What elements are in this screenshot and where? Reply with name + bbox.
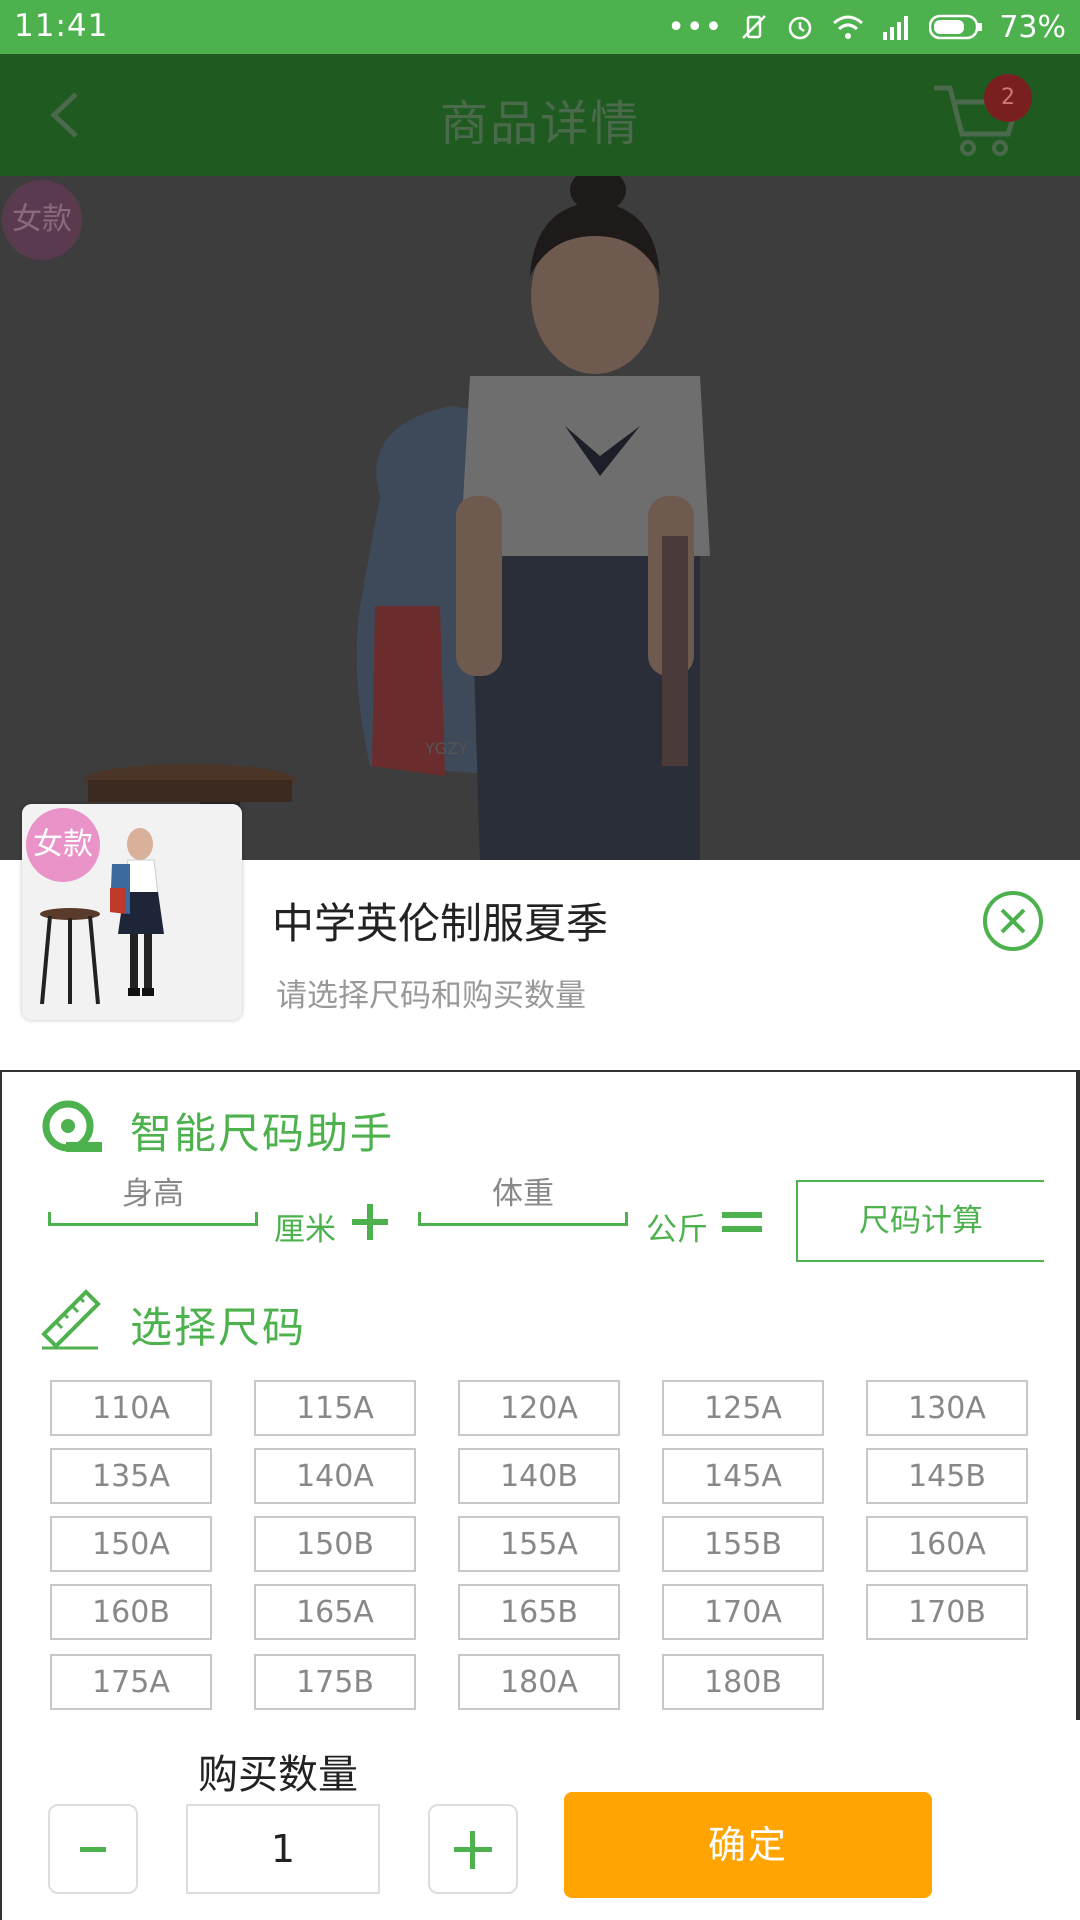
size-option[interactable]: 130A [866,1380,1028,1436]
equals-sign-icon [722,1212,762,1232]
more-dots-icon: ••• [667,9,724,45]
size-option[interactable]: 145A [662,1448,824,1504]
size-option[interactable]: 175B [254,1654,416,1710]
vibrate-off-icon [742,15,767,39]
size-option[interactable]: 150B [254,1516,416,1572]
size-option[interactable]: 135A [50,1448,212,1504]
svg-text:YGZY: YGZY [424,739,468,758]
size-option[interactable]: 180A [458,1654,620,1710]
hero-tag-badge: 女款 [2,180,82,260]
size-option[interactable]: 160A [866,1516,1028,1572]
size-option[interactable]: 150A [50,1516,212,1572]
product-name: 中学英伦制服夏季 [272,899,609,948]
app-header: 商品详情 2 [0,54,1080,176]
product-tag-badge: 女款 [26,808,100,882]
size-option[interactable]: 140B [458,1448,620,1504]
confirm-button[interactable]: 确定 [564,1792,932,1898]
weight-placeholder: 体重 [492,1176,554,1212]
size-option[interactable]: 160B [50,1584,212,1640]
status-time: 11:41 [14,8,109,44]
plus-sign-icon [352,1204,388,1240]
size-option[interactable]: 165A [254,1584,416,1640]
size-option[interactable]: 155B [662,1516,824,1572]
height-unit: 厘米 [274,1212,336,1248]
size-option[interactable]: 115A [254,1380,416,1436]
size-option[interactable]: 155A [458,1516,620,1572]
size-calc-button[interactable]: 尺码计算 [796,1180,1044,1262]
panel-right-border [1076,1070,1080,1720]
height-placeholder: 身高 [122,1176,184,1212]
status-bar: 11:41 ••• 73% [0,0,1080,54]
product-photo: YGZY [0,176,1080,860]
size-helper-title: 智能尺码助手 [130,1109,395,1158]
size-option[interactable]: 110A [50,1380,212,1436]
size-option[interactable]: 180B [662,1654,824,1710]
size-option[interactable]: 170B [866,1584,1028,1640]
close-icon[interactable] [982,890,1044,952]
ruler-icon [41,1289,101,1350]
cart-count-badge: 2 [984,74,1032,122]
height-input[interactable]: 身高 [48,1160,258,1226]
page-title: 商品详情 [439,96,640,152]
size-option[interactable]: 120A [458,1380,620,1436]
select-size-title: 选择尺码 [130,1303,307,1352]
size-option[interactable]: 140A [254,1448,416,1504]
tape-measure-icon [42,1100,102,1152]
weight-input[interactable]: 体重 [418,1160,628,1226]
wifi-icon [833,15,864,39]
product-hint: 请选择尺码和购买数量 [276,978,586,1014]
signal-icon [883,16,909,40]
size-option[interactable]: 165B [458,1584,620,1640]
minus-icon [80,1847,106,1852]
size-option[interactable]: 175A [50,1654,212,1710]
quantity-label: 购买数量 [198,1752,358,1798]
product-thumbnail: 女款 [22,804,242,1020]
battery-icon [929,14,983,40]
size-option[interactable]: 170A [662,1584,824,1640]
quantity-input[interactable]: 1 [186,1804,380,1894]
quantity-plus-button[interactable] [428,1804,518,1894]
size-option[interactable]: 125A [662,1380,824,1436]
size-option[interactable]: 145B [866,1448,1028,1504]
status-icons: ••• 73% [667,6,1066,48]
weight-unit: 公斤 [646,1212,708,1248]
plus-icon [454,1831,492,1869]
alarm-icon [789,16,812,40]
quantity-minus-button[interactable] [48,1804,138,1894]
product-image: YGZY 女款 [0,176,1080,860]
battery-percent: 73% [999,9,1066,45]
